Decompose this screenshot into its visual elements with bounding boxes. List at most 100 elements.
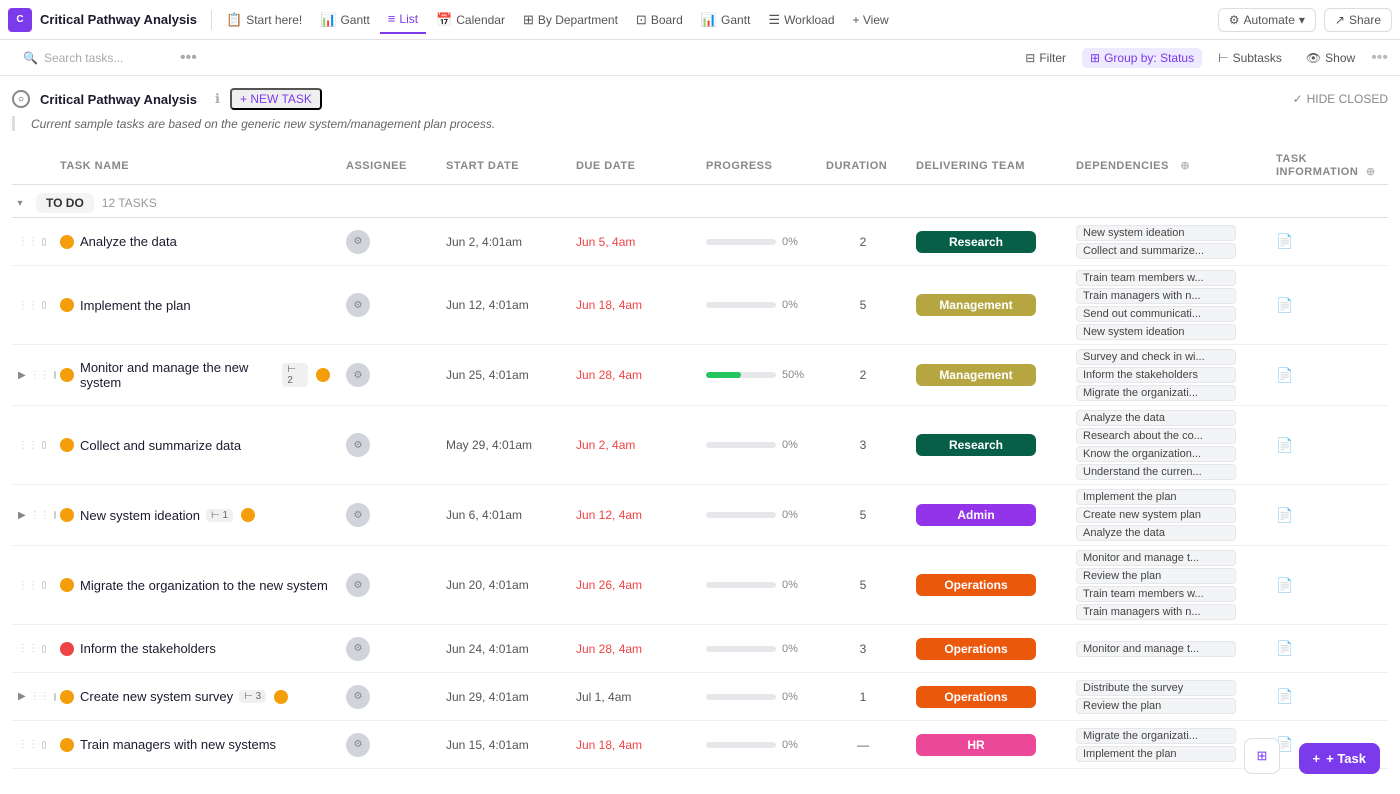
task-checkbox[interactable] [42, 301, 46, 309]
drag-handle[interactable]: ⋮⋮ [12, 300, 52, 311]
doc-icon: 📄 [1276, 233, 1293, 249]
drag-handle[interactable]: ⋮⋮ [12, 643, 52, 654]
more-options-button[interactable]: ••• [180, 49, 197, 67]
dep-tag[interactable]: New system ideation [1076, 324, 1236, 340]
dep-tag[interactable]: Research about the co... [1076, 428, 1236, 444]
add-col-btn[interactable]: ⊕ [1180, 160, 1190, 172]
search-box[interactable]: 🔍 Search tasks... [12, 46, 172, 70]
tab-list[interactable]: ≡ List [380, 6, 426, 34]
toolbar-more-button[interactable]: ••• [1371, 49, 1388, 67]
task-name-cell[interactable]: Migrate the organization to the new syst… [52, 578, 338, 593]
dep-tag[interactable]: Survey and check in wi... [1076, 349, 1236, 365]
dep-tag[interactable]: Train managers with n... [1076, 288, 1236, 304]
task-checkbox[interactable] [42, 645, 46, 653]
tab-board[interactable]: ⊡ Board [628, 6, 691, 34]
expand-row-icon[interactable]: ▶ [18, 691, 26, 702]
dep-tag[interactable]: Inform the stakeholders [1076, 367, 1236, 383]
task-name-cell[interactable]: Inform the stakeholders [52, 641, 338, 656]
tab-gantt1[interactable]: 📊 Gantt [312, 6, 378, 34]
dep-tag[interactable]: Distribute the survey [1076, 680, 1236, 696]
drag-handle[interactable]: ▶ ⋮⋮ [12, 370, 52, 381]
tab-calendar[interactable]: 📅 Calendar [428, 6, 513, 34]
drag-handle[interactable]: ⋮⋮ [12, 580, 52, 591]
drag-handle[interactable]: ⋮⋮ [12, 236, 52, 247]
collapse-section-button[interactable]: ○ [12, 90, 30, 108]
dep-tag[interactable]: Migrate the organizati... [1076, 728, 1236, 744]
add-col2-btn[interactable]: ⊕ [1366, 166, 1376, 178]
assignee-cell[interactable]: ⚙ [338, 637, 438, 661]
dep-tag[interactable]: Know the organization... [1076, 446, 1236, 462]
info-cell[interactable]: 📄 [1268, 233, 1388, 250]
dep-tag[interactable]: Collect and summarize... [1076, 243, 1236, 259]
task-name-cell[interactable]: Analyze the data [52, 234, 338, 249]
tab-department[interactable]: ⊞ By Department [515, 6, 626, 34]
drag-handle[interactable]: ▶ ⋮⋮ [12, 691, 52, 702]
task-checkbox[interactable] [42, 238, 46, 246]
assignee-cell[interactable]: ⚙ [338, 733, 438, 757]
tab-gantt2[interactable]: 📊 Gantt [693, 6, 759, 34]
dep-tag[interactable]: New system ideation [1076, 225, 1236, 241]
task-name-cell[interactable]: Collect and summarize data [52, 438, 338, 453]
tab-workload[interactable]: ☰ Workload [760, 6, 842, 34]
assignee-cell[interactable]: ⚙ [338, 503, 438, 527]
dep-tag[interactable]: Send out communicati... [1076, 306, 1236, 322]
task-checkbox[interactable] [42, 581, 46, 589]
due-date-cell: Jun 5, 4am [568, 235, 698, 249]
info-cell[interactable]: 📄 [1268, 640, 1388, 657]
assignee-cell[interactable]: ⚙ [338, 685, 438, 709]
info-cell[interactable]: 📄 [1268, 437, 1388, 454]
assignee-cell[interactable]: ⚙ [338, 363, 438, 387]
drag-handle[interactable]: ⋮⋮ [12, 739, 52, 750]
drag-handle[interactable]: ⋮⋮ [12, 440, 52, 451]
drag-handle[interactable]: ▶ ⋮⋮ [12, 510, 52, 521]
info-cell[interactable]: 📄 [1268, 577, 1388, 594]
dep-tag[interactable]: Monitor and manage t... [1076, 550, 1236, 566]
task-name-cell[interactable]: New system ideation ⊢ 1 [52, 508, 338, 523]
tab-start[interactable]: 📋 Start here! [218, 6, 310, 34]
automate-button[interactable]: ⚙ Automate ▾ [1218, 8, 1316, 32]
priority-icon [241, 508, 255, 522]
filter-button[interactable]: ⊟ Filter [1017, 48, 1074, 68]
dep-tag[interactable]: Analyze the data [1076, 410, 1236, 426]
assignee-cell[interactable]: ⚙ [338, 433, 438, 457]
dep-tag[interactable]: Monitor and manage t... [1076, 641, 1236, 657]
dep-tag[interactable]: Review the plan [1076, 698, 1236, 714]
group-by-button[interactable]: ⊞ Group by: Status [1082, 48, 1202, 68]
assignee-cell[interactable]: ⚙ [338, 573, 438, 597]
dep-tag[interactable]: Understand the curren... [1076, 464, 1236, 480]
task-checkbox[interactable] [42, 741, 46, 749]
assignee-cell[interactable]: ⚙ [338, 230, 438, 254]
automate-icon: ⚙ [1229, 13, 1240, 27]
info-cell[interactable]: 📄 [1268, 297, 1388, 314]
dep-tag[interactable]: Migrate the organizati... [1076, 385, 1236, 401]
dep-tag[interactable]: Train managers with n... [1076, 604, 1236, 620]
task-checkbox[interactable] [42, 441, 46, 449]
add-task-fab[interactable]: + + Task [1299, 743, 1380, 774]
share-button[interactable]: ↗ Share [1324, 8, 1392, 32]
subtasks-button[interactable]: ⊢ Subtasks [1210, 48, 1290, 68]
show-button[interactable]: 👁 Show [1298, 48, 1363, 68]
task-name-cell[interactable]: Monitor and manage the new system ⊢ 2 [52, 360, 338, 390]
info-cell[interactable]: 📄 [1268, 367, 1388, 384]
grid-view-button[interactable]: ⊞ [1244, 738, 1280, 774]
avatar: ⚙ [346, 230, 370, 254]
expand-todo-button[interactable]: ▾ [12, 195, 28, 211]
tab-add-view[interactable]: + View [845, 6, 897, 34]
dep-tag[interactable]: Train team members w... [1076, 270, 1236, 286]
task-name-cell[interactable]: Create new system survey ⊢ 3 [52, 689, 338, 704]
new-task-button[interactable]: + NEW TASK [230, 88, 322, 110]
task-name-cell[interactable]: Train managers with new systems [52, 737, 338, 752]
hide-closed-button[interactable]: ✓ HIDE CLOSED [1293, 92, 1388, 106]
info-cell[interactable]: 📄 [1268, 688, 1388, 705]
info-cell[interactable]: 📄 [1268, 507, 1388, 524]
dep-tag[interactable]: Implement the plan [1076, 746, 1236, 762]
dep-tag[interactable]: Create new system plan [1076, 507, 1236, 523]
expand-row-icon[interactable]: ▶ [18, 370, 26, 381]
dep-tag[interactable]: Analyze the data [1076, 525, 1236, 541]
dep-tag[interactable]: Train team members w... [1076, 586, 1236, 602]
dep-tag[interactable]: Implement the plan [1076, 489, 1236, 505]
dep-tag[interactable]: Review the plan [1076, 568, 1236, 584]
assignee-cell[interactable]: ⚙ [338, 293, 438, 317]
expand-row-icon[interactable]: ▶ [18, 510, 26, 521]
task-name-cell[interactable]: Implement the plan [52, 298, 338, 313]
